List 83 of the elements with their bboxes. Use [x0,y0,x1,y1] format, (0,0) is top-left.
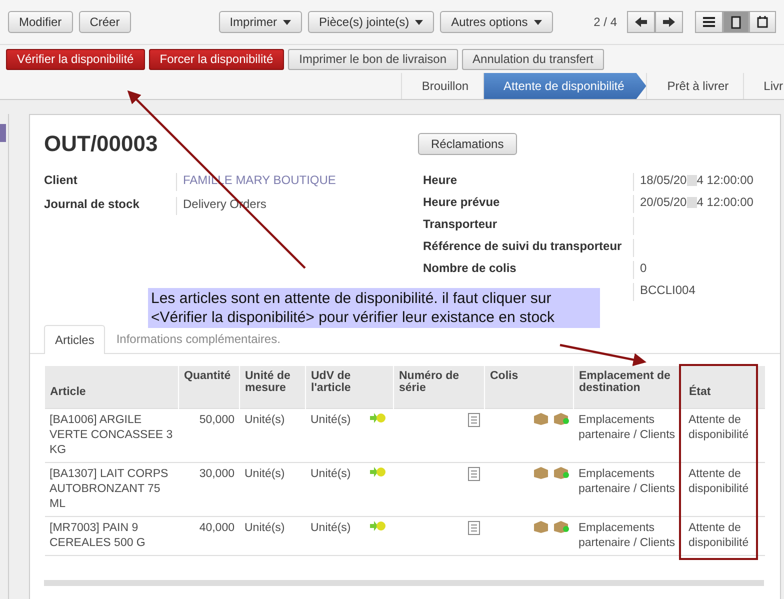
action-button[interactable]: Annulation du transfert [462,48,604,70]
sidebar-marker [0,124,6,142]
table-cell: Attente de disponibilité [680,408,764,462]
field-value: 18/05/20 [640,173,687,187]
column-header[interactable]: Emplacement de destination [574,366,680,408]
table-cell: Attente de disponibilité [680,516,764,555]
table-cell: Unité(s) [310,414,351,426]
package-icon [533,520,550,532]
action-button[interactable]: Forcer la disponibilité [148,48,284,70]
view-switch-button[interactable] [695,11,723,33]
calendar-icon [757,16,768,28]
column-header[interactable]: Unité de mesure [240,366,306,408]
action-button[interactable]: Vérifier la disponibilité [6,48,145,70]
left-arrow-icon [635,17,647,27]
next-button[interactable] [655,11,683,33]
view-switch-button[interactable] [723,11,749,33]
tab[interactable]: Articles [44,325,106,354]
package-icon [552,520,568,532]
table-cell: Unité(s) [310,468,351,480]
status-stage[interactable]: Attente de disponibilité [482,73,646,99]
table-cell: 30,000 [178,462,240,516]
column-header[interactable]: Article [44,366,178,408]
document-icon [468,466,480,480]
caret-icon [415,20,424,24]
blurred-digit [686,175,697,186]
field-label: Client [44,173,78,189]
table-cell: Unité(s) [240,408,306,462]
toolbar-button[interactable]: Modifier [8,11,73,33]
table-cell: Unité(s) [310,522,351,534]
claims-button[interactable]: Réclamations [418,133,517,155]
dropdown-button[interactable]: Autres options [440,11,553,33]
arrow-coin-icon [370,466,386,476]
field-label: Heure [423,173,458,187]
package-icon [533,412,550,424]
field-value: 4 12:00:00 [696,173,754,187]
action-button[interactable]: Imprimer le bon de livraison [288,48,458,70]
callout-note: Les articles sont en attente de disponibilité. il faut cliquer sur <Vérifier la disponibilité> pour vérifier leur existance en stock [148,288,600,328]
dropdown-button[interactable]: Imprimer [218,11,302,33]
form-icon [731,16,741,28]
field-value: 4 12:00:00 [696,195,754,209]
field-label: Nombre de colis [423,261,516,275]
table-cell: Emplacements partenaire / Clients [574,462,680,516]
arrow-coin-icon [370,520,386,530]
field-label: Journal de stock [44,197,140,213]
column-header[interactable]: État [680,366,764,408]
field-value: 0 [640,261,647,275]
field-value: 20/05/20 [640,195,687,209]
package-icon [552,412,568,424]
package-icon [552,466,568,478]
dropdown-button[interactable]: Pièce(s) jointe(s) [308,11,434,33]
table-cell: Unité(s) [240,462,306,516]
field-label: Transporteur [423,217,498,231]
column-header[interactable]: UdV de l'article [306,366,394,408]
table-cell: Unité(s) [240,516,306,555]
field-value: BCCLI004 [640,283,696,297]
view-switch-button[interactable] [749,11,776,33]
caret-icon [283,20,292,24]
table-cell: Attente de disponibilité [680,462,764,516]
table-cell: 40,000 [178,516,240,555]
caret-icon [534,20,542,24]
arrow-coin-icon [370,412,386,422]
document-icon [468,412,480,426]
table-cell: 50,000 [178,408,240,462]
list-icon [703,17,715,27]
pager-counter: 2 / 4 [594,15,617,29]
column-header[interactable]: Colis [484,366,574,408]
column-header[interactable]: Numéro de série [394,366,484,408]
record-title: OUT/00003 [44,131,159,157]
blurred-digit [686,197,697,208]
table-cell: [BA1307] LAIT CORPS AUTOBRONZANT 75 ML [44,462,178,516]
table-cell: [BA1006] ARGILE VERTE CONCASSEE 3 KG [44,408,178,462]
document-icon [468,520,480,534]
package-icon [533,466,550,478]
right-arrow-icon [663,17,675,27]
toolbar-button[interactable]: Créer [78,11,131,33]
table-cell: Emplacements partenaire / Clients [574,516,680,555]
table-cell: [MR7003] PAIN 9 CEREALES 500 G [44,516,178,555]
field-label: Heure prévue [423,195,500,209]
previous-button[interactable] [627,11,655,33]
status-stage[interactable]: Livr [742,73,784,99]
field-label: Référence de suivi du transporteur [423,239,622,253]
column-header[interactable]: Quantité [178,366,240,408]
table-cell: Emplacements partenaire / Clients [574,408,680,462]
